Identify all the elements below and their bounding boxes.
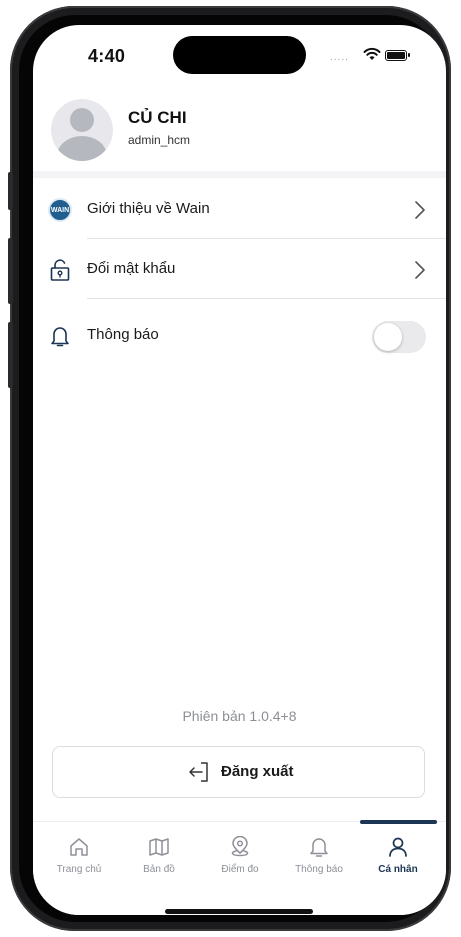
logout-icon — [189, 762, 208, 782]
wain-badge: WAIN — [48, 198, 72, 222]
tab-notifications[interactable]: Thông báo — [284, 822, 354, 892]
tab-profile[interactable]: Cá nhân — [363, 822, 433, 892]
section-divider — [33, 171, 446, 178]
toggle-knob — [374, 323, 402, 351]
menu-item-label: Giới thiệu về Wain — [87, 200, 210, 217]
screen: 4:40 ..... CỦ CHI admin_hcm WAIN Giới th… — [33, 25, 446, 915]
row-divider — [87, 238, 446, 239]
profile-name: CỦ CHI — [128, 108, 187, 127]
volume-up-button — [8, 238, 13, 304]
notifications-toggle[interactable] — [372, 321, 426, 353]
row-divider — [87, 298, 446, 299]
avatar — [51, 99, 113, 161]
chevron-right-icon — [415, 201, 425, 219]
action-button — [8, 172, 13, 210]
profile-username: admin_hcm — [128, 133, 191, 147]
menu-item-label: Thông báo — [87, 326, 159, 343]
bell-icon — [51, 327, 69, 347]
status-time: 4:40 — [88, 46, 126, 66]
profile-header[interactable]: CỦ CHI admin_hcm — [33, 93, 446, 173]
home-indicator — [165, 909, 313, 914]
wifi-icon — [363, 47, 381, 60]
menu-item-about-wain[interactable]: WAIN Giới thiệu về Wain — [33, 181, 446, 239]
tab-measurement-points[interactable]: Điểm đo — [205, 822, 275, 892]
dynamic-island — [173, 36, 306, 74]
tab-label: Trang chủ — [56, 864, 102, 875]
tab-label: Điểm đo — [221, 864, 259, 875]
logout-label: Đăng xuất — [221, 763, 294, 780]
lock-icon — [50, 259, 70, 281]
user-icon — [389, 837, 407, 857]
chevron-right-icon — [415, 261, 425, 279]
menu-item-notifications: Thông báo — [33, 307, 446, 365]
location-pin-icon — [231, 836, 249, 857]
bell-icon — [310, 838, 328, 857]
tab-label: Thông báo — [295, 864, 343, 875]
tab-bar: Trang chủ Bản đồ Điểm đo Thông báo Cá nh… — [33, 820, 446, 915]
home-icon — [70, 838, 88, 856]
logout-button[interactable]: Đăng xuất — [52, 746, 425, 798]
map-icon — [149, 838, 169, 856]
menu-item-label: Đổi mật khẩu — [87, 260, 176, 277]
tab-label: Cá nhân — [378, 864, 418, 875]
menu-item-change-password[interactable]: Đổi mật khẩu — [33, 241, 446, 299]
wain-logo-icon: WAIN — [48, 198, 72, 222]
volume-down-button — [8, 322, 13, 388]
tab-home[interactable]: Trang chủ — [44, 822, 114, 892]
battery-icon — [385, 50, 410, 61]
app-version: Phiên bản 1.0.4+8 — [182, 708, 297, 724]
signal-icon: ..... — [330, 52, 349, 63]
status-bar: 4:40 ..... — [33, 25, 446, 85]
tab-label: Bản đồ — [143, 864, 175, 875]
tab-map[interactable]: Bản đồ — [124, 822, 194, 892]
